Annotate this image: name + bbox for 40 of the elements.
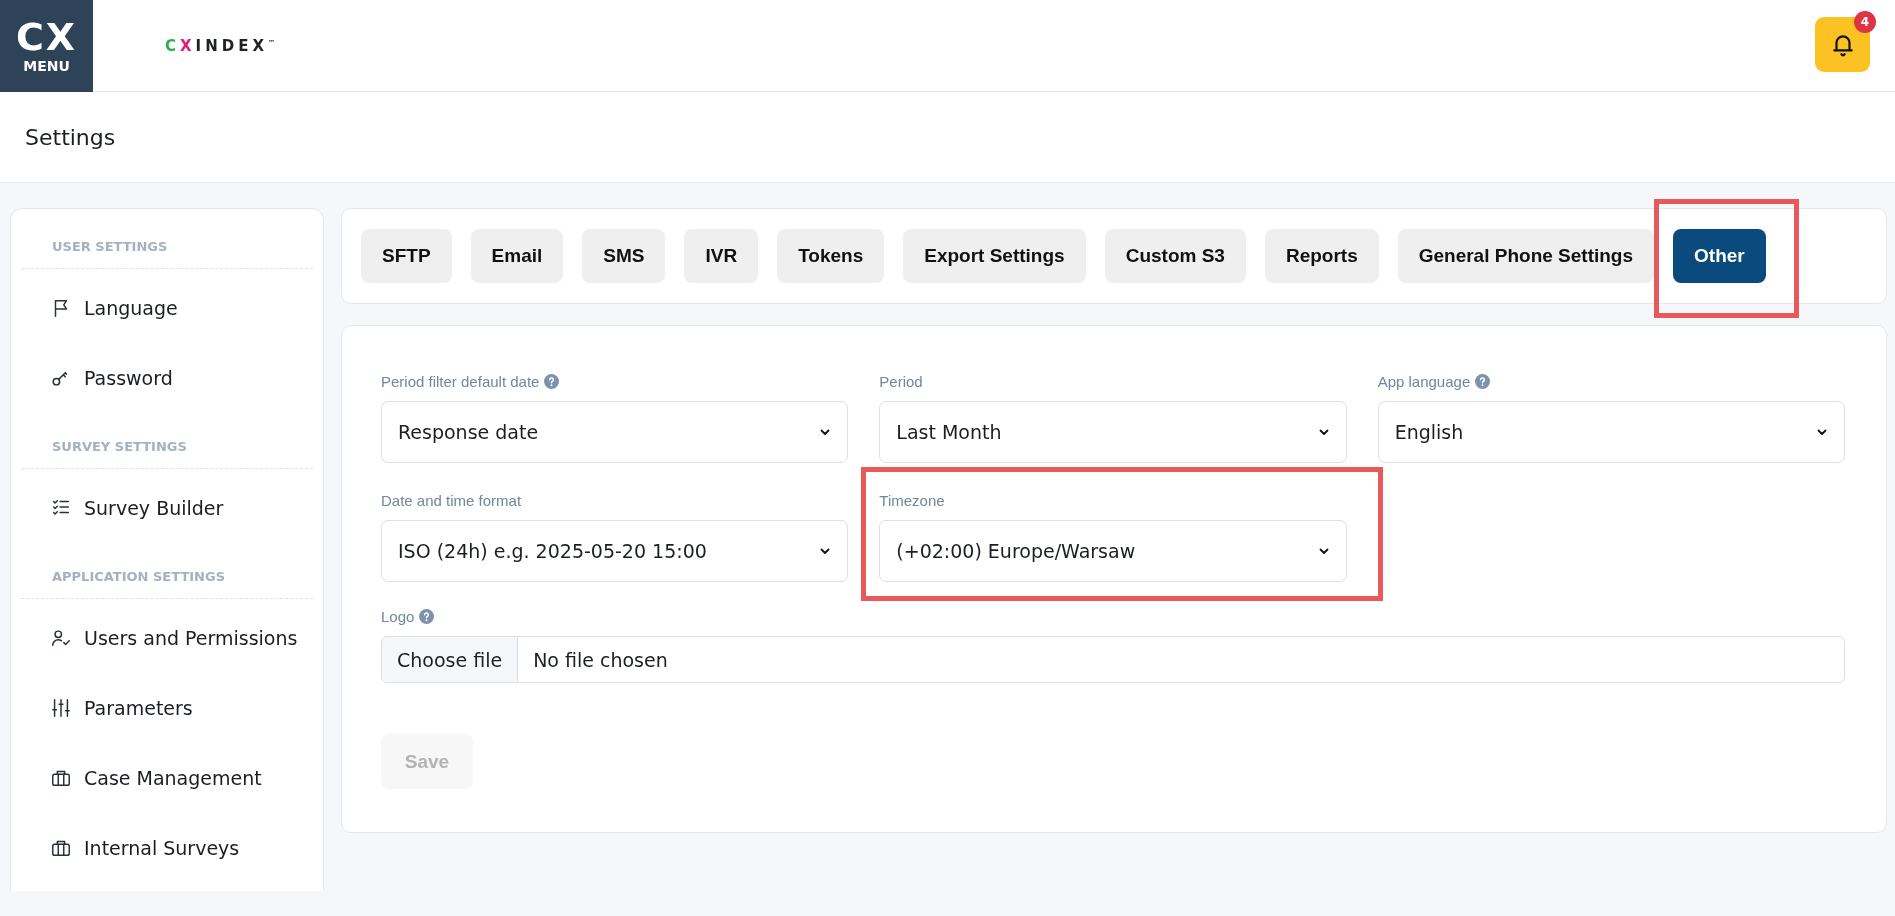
tab[interactable]: Tokens	[777, 229, 885, 283]
notifications-button[interactable]	[1815, 17, 1870, 72]
tab[interactable]: General Phone Settings	[1397, 229, 1655, 283]
tab[interactable]: SFTP	[361, 229, 452, 283]
menu-button[interactable]: CX MENU	[0, 0, 93, 92]
sidebar-item[interactable]: Users and Permissions	[21, 603, 313, 673]
sidebar-item[interactable]: Password	[21, 343, 313, 413]
tab[interactable]: Reports	[1264, 229, 1379, 283]
dropdown-field[interactable]: Last Month	[879, 401, 1347, 463]
page-title: Settings	[25, 124, 116, 150]
help-icon[interactable]	[419, 608, 435, 624]
dropdown-field[interactable]: English	[1377, 401, 1845, 463]
help-icon[interactable]	[544, 373, 560, 389]
sliders-icon	[50, 697, 72, 719]
dropdown-field[interactable]: Response date	[381, 401, 849, 463]
help-icon[interactable]	[1475, 373, 1491, 389]
sidebar-item[interactable]: Survey Builder	[21, 473, 313, 543]
tab[interactable]: Export Settings	[903, 229, 1086, 283]
field-label: Period filter default date	[381, 372, 540, 390]
tab[interactable]: SMS	[582, 229, 666, 283]
tab[interactable]: Email	[470, 229, 564, 283]
sidebar-item[interactable]: Parameters	[21, 673, 313, 743]
tab[interactable]: Custom S3	[1104, 229, 1246, 283]
field-label: Period	[879, 372, 923, 390]
field-label: App language	[1377, 372, 1471, 390]
user-check-icon	[50, 627, 72, 649]
dropdown-field[interactable]: ISO (24h) e.g. 2025-05-20 15:00	[381, 520, 849, 582]
field-label: Timezone	[879, 491, 945, 509]
sidebar-item[interactable]: Case Management	[21, 743, 313, 813]
tab[interactable]: Other	[1673, 229, 1766, 283]
sidebar-item[interactable]: Language	[21, 273, 313, 343]
field-label: Date and time format	[381, 491, 522, 509]
tab[interactable]: IVR	[684, 229, 759, 283]
section-heading: APPLICATION SETTINGS	[51, 568, 227, 586]
section-heading: SURVEY SETTINGS	[51, 438, 188, 456]
notification-badge: 4	[1854, 11, 1876, 33]
field-label: Logo	[381, 607, 415, 625]
dropdown-field[interactable]: (+02:00) Europe/Warsaw	[879, 520, 1347, 582]
sidebar-item[interactable]: Internal Surveys	[21, 813, 313, 883]
section-heading: USER SETTINGS	[51, 238, 169, 256]
